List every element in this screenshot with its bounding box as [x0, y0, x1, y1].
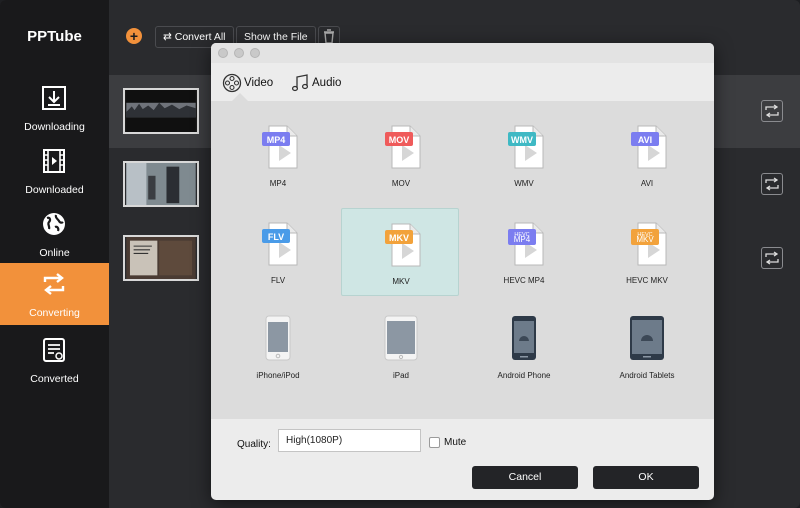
wmv-file-icon: WMV — [508, 125, 544, 169]
sidebar-item-downloading[interactable]: Downloading — [0, 81, 109, 143]
convert-item-button[interactable] — [761, 173, 783, 195]
cancel-button[interactable]: Cancel — [472, 466, 578, 489]
sidebar-item-label: Converted — [30, 373, 79, 385]
sidebar-item-converted[interactable]: Converted — [0, 333, 109, 395]
sidebar-item-downloaded[interactable]: Downloaded — [0, 144, 109, 206]
android-tablet-icon — [630, 316, 664, 360]
mp4-file-icon: MP4 — [262, 125, 298, 169]
format-label: MOV — [391, 179, 411, 188]
quality-select[interactable]: High(1080P) — [278, 429, 421, 452]
sidebar-item-label: Downloaded — [25, 184, 84, 196]
sidebar-item-label: Converting — [29, 307, 80, 319]
convert-item-button[interactable] — [761, 247, 783, 269]
format-badge: HEVCMKV — [636, 232, 654, 244]
add-button[interactable]: + — [126, 28, 142, 44]
convert-icon — [765, 177, 779, 191]
film-icon — [43, 149, 65, 173]
video-thumbnail — [123, 235, 199, 281]
dialog-close-button[interactable] — [218, 48, 228, 58]
device-label: Android Tablets — [619, 371, 675, 380]
format-badge: HEVCMP4 — [514, 232, 531, 244]
device-tile-android-phone[interactable]: Android Phone — [465, 305, 583, 393]
format-tile-mov[interactable]: MOV MOV — [342, 111, 460, 199]
device-label: Android Phone — [497, 371, 551, 380]
ipad-icon — [384, 315, 418, 361]
mkv-file-icon: MKV — [385, 223, 421, 267]
mute-label: Mute — [444, 437, 467, 448]
download-icon — [42, 86, 66, 110]
poster-image — [126, 237, 196, 279]
format-label: AVI — [640, 179, 654, 188]
format-tabs: Video Audio — [211, 63, 714, 101]
dialog-zoom-button[interactable] — [250, 48, 260, 58]
people-image — [126, 163, 196, 205]
format-label: MKV — [392, 277, 410, 286]
format-dialog: Video Audio MP4 MP4 MOV MOV WMV WMV AVI … — [211, 43, 714, 500]
sidebar-item-converting[interactable]: Converting — [0, 263, 109, 325]
music-note-icon — [291, 74, 309, 92]
tab-video[interactable]: Video — [222, 72, 282, 94]
dialog-window-controls — [218, 48, 260, 58]
avi-file-icon: AVI — [631, 125, 667, 169]
mov-file-icon: MOV — [385, 125, 421, 169]
format-tile-mp4[interactable]: MP4 MP4 — [219, 111, 337, 199]
sidebar-item-label: Online — [39, 247, 70, 259]
city-image — [126, 90, 196, 132]
hevc-mkv-file-icon: HEVCMKV — [631, 222, 667, 266]
device-label: iPad — [392, 371, 409, 380]
hevc-mp4-file-icon: HEVCMP4 — [508, 222, 544, 266]
video-thumbnail — [123, 161, 199, 207]
format-tile-mkv[interactable]: MKV MKV — [341, 208, 459, 296]
active-tab-indicator — [232, 93, 248, 101]
format-label: HEVC MKV — [626, 276, 668, 285]
converted-file-icon — [43, 338, 65, 362]
dialog-minimize-button[interactable] — [234, 48, 244, 58]
sidebar-item-online[interactable]: Online — [0, 207, 109, 269]
device-tile-ipad[interactable]: iPad — [342, 305, 460, 393]
video-thumbnail — [123, 88, 199, 134]
format-badge: MP4 — [267, 135, 286, 145]
format-tile-hevc-mp4[interactable]: HEVCMP4 HEVC MP4 — [465, 208, 583, 296]
globe-icon — [43, 213, 65, 235]
convert-icon — [765, 251, 779, 265]
format-tile-avi[interactable]: AVI AVI — [588, 111, 706, 199]
format-badge: MOV — [389, 135, 410, 145]
dialog-titlebar — [211, 43, 714, 63]
format-label: WMV — [514, 179, 534, 188]
format-tile-flv[interactable]: FLV FLV — [219, 208, 337, 296]
tab-audio[interactable]: Audio — [290, 72, 350, 94]
flv-file-icon: FLV — [262, 222, 298, 266]
convert-icon — [765, 104, 779, 118]
convert-icon — [43, 273, 65, 295]
sidebar: PPTube Downloading Downloaded Online Con… — [0, 0, 109, 508]
sidebar-item-label: Downloading — [24, 121, 85, 133]
device-tile-iphone[interactable]: iPhone/iPod — [219, 305, 337, 393]
format-label: MP4 — [269, 179, 287, 188]
film-reel-icon — [222, 73, 242, 93]
format-badge: FLV — [268, 232, 284, 242]
device-tile-android-tablet[interactable]: Android Tablets — [588, 305, 706, 393]
format-badge: MKV — [389, 233, 409, 243]
mute-checkbox[interactable] — [429, 437, 440, 448]
format-tile-hevc-mkv[interactable]: HEVCMKV HEVC MKV — [588, 208, 706, 296]
format-label: HEVC MP4 — [503, 276, 545, 285]
android-phone-icon — [512, 316, 536, 360]
device-label: iPhone/iPod — [256, 371, 300, 380]
format-tile-wmv[interactable]: WMV WMV — [465, 111, 583, 199]
app-logo: PPTube — [27, 28, 82, 45]
format-grid: MP4 MP4 MOV MOV WMV WMV AVI AVI FLV FLV … — [211, 101, 714, 419]
format-badge: AVI — [638, 135, 652, 145]
format-badge: WMV — [511, 135, 533, 145]
iphone-icon — [265, 315, 291, 361]
convert-item-button[interactable] — [761, 100, 783, 122]
convert-icon: ⇄ — [163, 31, 172, 43]
ok-button[interactable]: OK — [593, 466, 699, 489]
format-label: FLV — [270, 276, 286, 285]
quality-label: Quality: — [237, 439, 271, 450]
